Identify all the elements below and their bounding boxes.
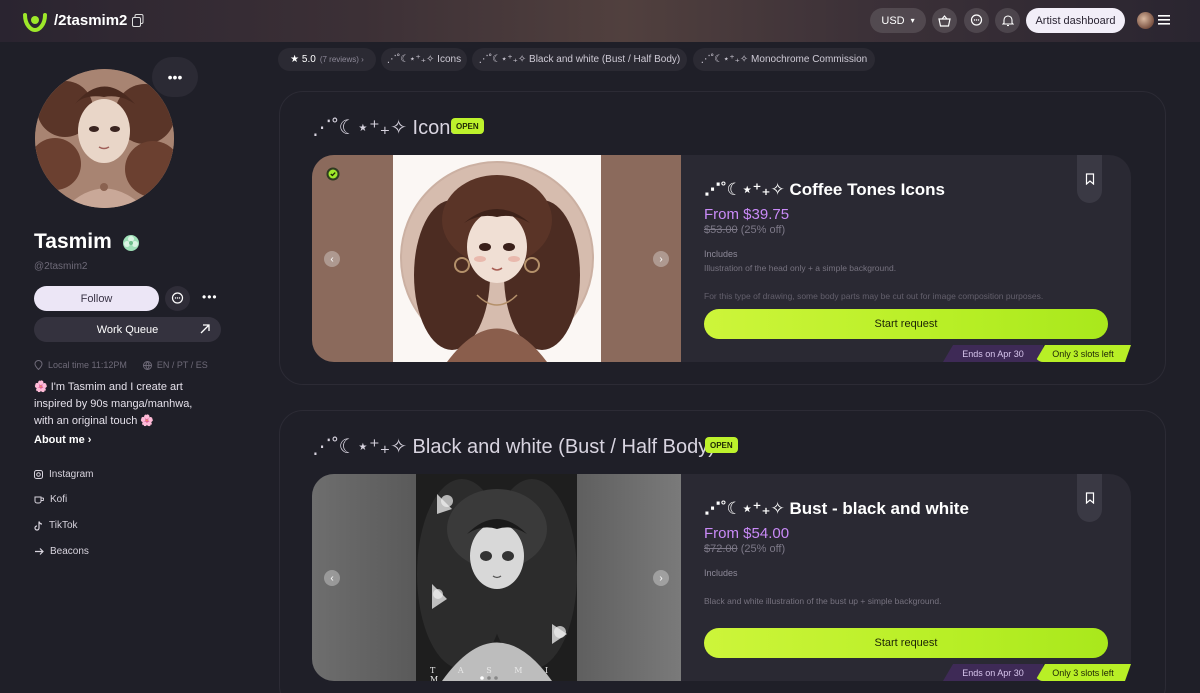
beacons-icon (35, 548, 44, 555)
discount-label: (25% off) (740, 543, 786, 555)
social-label: Beacons (50, 546, 89, 557)
tiktok-icon (34, 520, 43, 531)
reviews-count: (7 reviews) › (319, 55, 364, 64)
card-title: ⋰˚☾⋆⁺₊✧ Bust - black and white (704, 499, 969, 518)
cart-button[interactable] (932, 8, 957, 33)
reviews-chip[interactable]: ★ 5.0 (7 reviews) › (278, 48, 376, 71)
kofi-icon (34, 496, 44, 504)
slots-left-tag: Only 3 slots left (1035, 345, 1131, 362)
local-time: Local time 11:12PM (48, 360, 127, 370)
profile-portrait-illustration (35, 69, 174, 208)
user-avatar[interactable] (1137, 12, 1154, 29)
social-label: TikTok (49, 520, 78, 531)
original-price: $72.00 (704, 543, 738, 555)
bookmark-icon (1085, 173, 1094, 185)
copy-icon[interactable] (132, 14, 144, 27)
message-button[interactable] (165, 286, 190, 311)
bust-illustration (312, 474, 681, 681)
messages-button[interactable] (964, 8, 989, 33)
notifications-button[interactable] (995, 8, 1020, 33)
card-old-price: $72.00 (25% off) (704, 543, 785, 555)
hamburger-menu-icon[interactable] (1158, 15, 1170, 25)
card-old-price: $53.00 (25% off) (704, 224, 785, 236)
profile-meta: Local time 11:12PM EN / PT / ES (34, 360, 208, 370)
bell-icon (1001, 15, 1014, 27)
commission-card[interactable]: T A S M I M ‹ › ⋰˚☾⋆⁺₊✧ Bust - black and… (312, 474, 1131, 681)
artist-dashboard-button[interactable]: Artist dashboard (1026, 8, 1125, 33)
rating-label: ★ 5.0 (290, 54, 316, 65)
commission-card[interactable]: ‹ › ⋰˚☾⋆⁺₊✧ Coffee Tones Icons From $39.… (312, 155, 1131, 362)
bookmark-button[interactable] (1077, 155, 1102, 203)
currency-value: USD (881, 14, 905, 27)
social-link-kofi[interactable]: Kofi (34, 494, 67, 505)
bookmark-icon (1085, 492, 1094, 504)
card-price: From $54.00 (704, 525, 790, 542)
profile-name: Tasmim (34, 230, 112, 253)
chip-black-and-white[interactable]: ⋰˚☾⋆⁺₊✧ Black and white (Bust / Half Bod… (472, 48, 687, 71)
social-link-beacons[interactable]: Beacons (34, 546, 89, 557)
instagram-icon (34, 470, 43, 479)
chat-icon (171, 292, 184, 304)
logo-icon[interactable] (22, 9, 48, 33)
work-queue-button[interactable]: Work Queue (34, 317, 221, 342)
chip-monochrome[interactable]: ⋰˚☾⋆⁺₊✧ Monochrome Commission (693, 48, 875, 71)
discount-label: (25% off) (740, 224, 786, 236)
card-description: Illustration of the head only + a simple… (704, 263, 897, 273)
globe-icon (142, 360, 152, 370)
social-link-instagram[interactable]: Instagram (34, 469, 93, 480)
chip-icons[interactable]: ⋰˚☾⋆⁺₊✧ Icons (381, 48, 467, 71)
languages: EN / PT / ES (156, 360, 208, 370)
chevron-right-icon[interactable]: › (653, 570, 669, 586)
about-me-link[interactable]: About me › (34, 434, 91, 446)
section-title: ⋰˚☾⋆⁺₊✧ Black and white (Bust / Half Bod… (312, 436, 715, 458)
social-label: Kofi (50, 494, 68, 505)
chevron-right-icon[interactable]: › (653, 251, 669, 267)
profile-avatar (35, 69, 174, 208)
chevron-left-icon[interactable]: ‹ (324, 251, 340, 267)
section-title: ⋰˚☾⋆⁺₊✧ Icons (312, 117, 461, 139)
includes-label: Includes (704, 568, 738, 578)
bookmark-button[interactable] (1077, 474, 1102, 522)
original-price: $53.00 (704, 224, 738, 236)
location-icon (34, 360, 43, 370)
arrow-up-right-icon (200, 324, 210, 334)
top-bar: /2tasmim2 USD ▾ Artist dashboard (0, 0, 1200, 42)
ends-date-tag: Ends on Apr 30 (943, 664, 1043, 681)
start-request-button[interactable]: Start request (704, 628, 1108, 658)
card-image: T A S M I M (312, 474, 681, 681)
chevron-left-icon[interactable]: ‹ (324, 570, 340, 586)
more-options-button[interactable]: ••• (202, 290, 218, 304)
status-badge: OPEN (705, 437, 738, 453)
coffee-icon-illustration (312, 155, 681, 362)
social-label: Instagram (49, 469, 94, 480)
card-description-more: For this type of drawing, some body part… (704, 291, 1044, 301)
verified-icon (326, 167, 340, 181)
profile-handle[interactable]: /2tasmim2 (54, 12, 127, 29)
chat-icon (970, 14, 983, 26)
basket-icon (938, 14, 951, 27)
image-caption: T A S M I M (430, 666, 559, 681)
flower-badge-icon (123, 235, 139, 251)
profile-bio: 🌸 I'm Tasmim and I create art inspired b… (34, 381, 193, 427)
profile-username: @2tasmim2 (34, 261, 88, 272)
card-image (312, 155, 681, 362)
social-link-tiktok[interactable]: TikTok (34, 520, 78, 531)
card-description: Black and white illustration of the bust… (704, 596, 942, 606)
currency-select[interactable]: USD ▾ (870, 8, 926, 33)
start-request-button[interactable]: Start request (704, 309, 1108, 339)
includes-label: Includes (704, 249, 738, 259)
ends-date-tag: Ends on Apr 30 (943, 345, 1043, 362)
card-price: From $39.75 (704, 206, 790, 223)
follow-button[interactable]: Follow (34, 286, 159, 311)
chevron-down-icon: ▾ (910, 16, 915, 25)
status-badge: OPEN (451, 118, 484, 134)
profile-more-button[interactable]: ••• (152, 57, 198, 97)
card-title: ⋰˚☾⋆⁺₊✧ Coffee Tones Icons (704, 180, 945, 199)
slots-left-tag: Only 3 slots left (1035, 664, 1131, 681)
